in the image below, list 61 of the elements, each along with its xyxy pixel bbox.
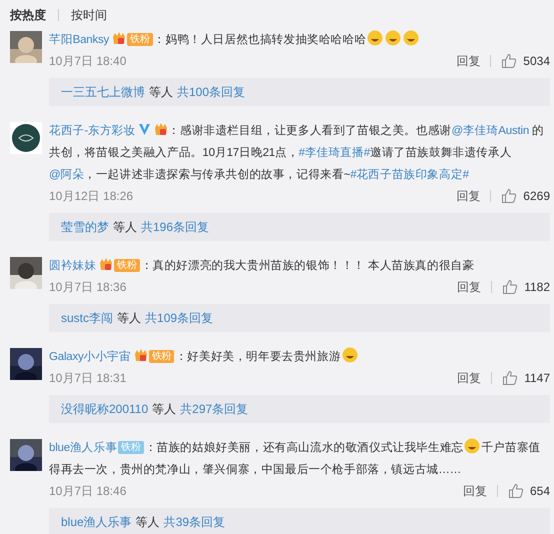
user-link[interactable]: 芊阳Banksy xyxy=(49,34,110,46)
fan-badge: 铁粉 xyxy=(118,441,144,454)
comment-date: 10月7日 18:36 xyxy=(49,278,126,296)
comment-text: 花西子-东方彩妆 ：感谢非遗栏目组，让更多人看到了苗银之美。也感谢@李佳琦Austin 的共创，将苗银之美融入产品。10月17日晚21点，#李佳琦直播#邀请了苗族鼓舞非遗传承人 @阿朵，一起讲述非遗探索与传承共创的故事，记得来看~#花西子苗族印象高定# xyxy=(49,120,550,186)
user-link[interactable]: sustc李闯 xyxy=(61,310,114,326)
emoji-icon xyxy=(403,30,420,46)
view-replies-link[interactable]: 共109条回复 xyxy=(145,310,214,326)
comment-date: 10月12日 18:26 xyxy=(49,188,134,204)
comment-text: 圆衿妹妹 铁粉 ：真的好漂亮的我大贵州苗族的银饰！！！ 本人苗族真的很自豪 xyxy=(49,255,550,277)
emoji-icon xyxy=(464,438,480,454)
like-button[interactable]: 1182 xyxy=(502,279,550,295)
reply-link[interactable]: 回复 xyxy=(457,278,482,296)
user-link[interactable]: blue渔人乐事 xyxy=(49,442,118,454)
user-link[interactable]: 一三五七上微博 xyxy=(61,84,145,100)
view-replies-link[interactable]: 共196条回复 xyxy=(141,218,210,236)
fan-badge: 铁粉 xyxy=(127,33,153,46)
topic-link[interactable]: @阿朵 xyxy=(49,169,84,181)
comment-text: blue渔人乐事 铁粉 ：苗族的姑娘好美丽，还有高山流水的敬酒仪式让我毕生难忘 千户苗寨值得再去一次，贵州的梵净山，肇兴侗寨，中国最后一个枪手部落，镇远古城…… xyxy=(49,437,550,481)
user-link[interactable]: 圆衿妹妹 xyxy=(49,260,96,272)
thumbs-up-icon xyxy=(501,188,518,204)
comment-date: 10月7日 18:31 xyxy=(49,370,126,386)
sort-tab[interactable]: 按热度 xyxy=(10,6,46,24)
user-link[interactable]: 没得昵称200110 xyxy=(61,400,148,418)
like-button[interactable]: 5034 xyxy=(501,53,550,69)
comment-date: 10月7日 18:40 xyxy=(49,52,126,70)
thumbs-up-icon xyxy=(502,370,518,386)
thumbs-up-icon xyxy=(501,53,518,69)
user-link[interactable]: 莹雪的梦 xyxy=(61,218,109,236)
emoji-icon xyxy=(367,30,384,46)
topic-link[interactable]: @李佳琦Austin xyxy=(451,125,530,137)
comment-date: 10月7日 18:46 xyxy=(49,482,126,500)
thread-label: 等人 xyxy=(113,218,137,236)
user-link[interactable]: blue渔人乐事 xyxy=(61,514,132,530)
reply-link[interactable]: 回复 xyxy=(457,370,482,386)
view-replies-link[interactable]: 共39条回复 xyxy=(164,514,226,530)
emoji-icon xyxy=(385,30,402,46)
user-link[interactable]: Galaxy小小宇宙 xyxy=(49,351,131,363)
thread-label: 等人 xyxy=(136,514,160,530)
reply-link[interactable]: 回复 xyxy=(462,482,487,500)
thread-label: 等人 xyxy=(149,84,173,100)
view-replies-link[interactable]: 共100条回复 xyxy=(177,84,246,100)
sort-tab[interactable]: 按时间 xyxy=(71,6,107,24)
comment-text: Galaxy小小宇宙 铁粉 ：好美好美，明年要去贵州旅游 xyxy=(49,346,550,368)
user-link[interactable]: 花西子-东方彩妆 xyxy=(49,125,136,137)
thumbs-up-icon xyxy=(502,279,518,295)
reply-link[interactable]: 回复 xyxy=(456,188,480,204)
fan-badge: 铁粉 xyxy=(148,350,174,363)
thread-label: 等人 xyxy=(117,310,142,326)
fan-badge: 铁粉 xyxy=(114,259,140,272)
comment-text: 芊阳Banksy 铁粉 ：妈鸭！人日居然也搞转发抽奖哈哈哈哈 xyxy=(49,29,550,51)
like-button[interactable]: 1147 xyxy=(502,370,550,386)
thread-label: 等人 xyxy=(152,400,176,418)
topic-link[interactable]: #花西子苗族印象高定# xyxy=(350,169,469,181)
view-replies-link[interactable]: 共297条回复 xyxy=(180,400,248,418)
emoji-icon xyxy=(342,347,358,363)
like-button[interactable]: 6269 xyxy=(501,188,550,204)
thumbs-up-icon xyxy=(508,483,524,499)
topic-link[interactable]: #李佳琦直播# xyxy=(298,147,370,159)
brand-logo-icon xyxy=(10,122,42,154)
like-button[interactable]: 654 xyxy=(508,483,550,499)
reply-link[interactable]: 回复 xyxy=(456,52,480,70)
